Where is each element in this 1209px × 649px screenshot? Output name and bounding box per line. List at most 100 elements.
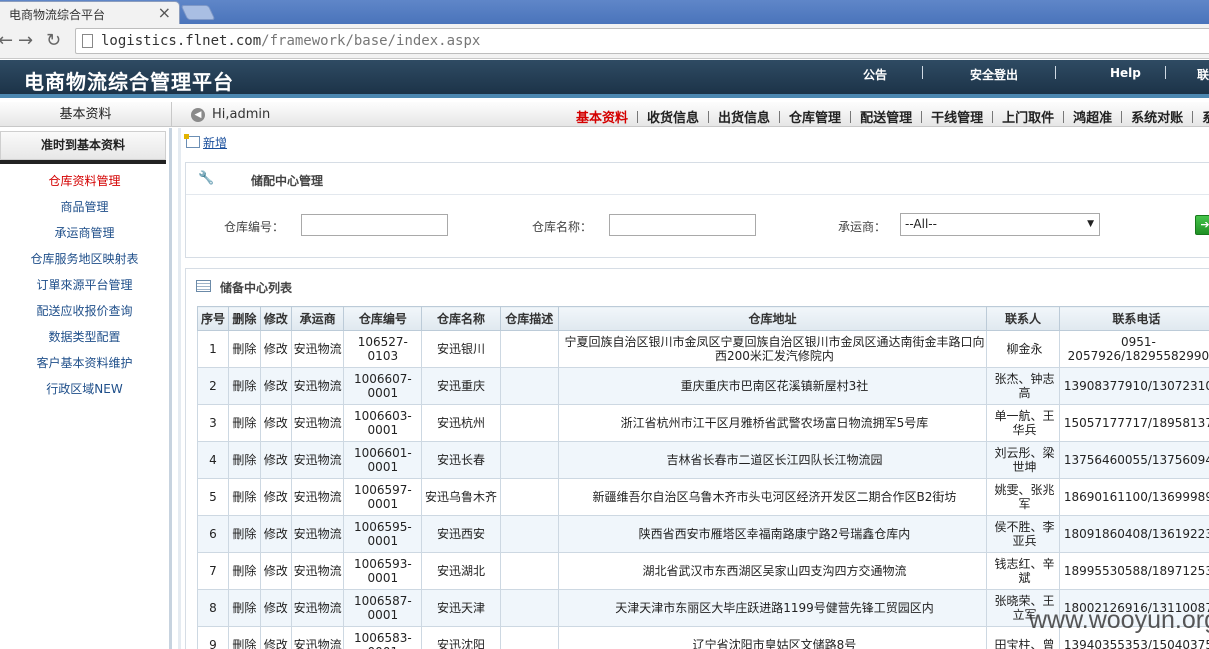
- carrier-select[interactable]: --All-- ▼: [900, 213, 1100, 236]
- menu-shipping[interactable]: 出货信息: [718, 111, 770, 126]
- address-bar[interactable]: logistics.flnet.com/framework/base/index…: [75, 28, 1209, 54]
- warehouse-name-input[interactable]: [609, 214, 756, 236]
- col-header-edit: 修改: [259, 306, 292, 331]
- forward-arrow-icon[interactable]: →: [18, 30, 33, 51]
- back-arrow-icon[interactable]: ←: [0, 30, 13, 51]
- sidebar-item-quote-query[interactable]: 配送应收报价查询: [0, 298, 169, 324]
- row-address: 湖北省武汉市东西湖区吴家山四支沟四方交通物流: [557, 552, 988, 590]
- menu-reconciliation[interactable]: 系统对账: [1131, 111, 1183, 126]
- row-no: 1: [197, 330, 229, 368]
- row-name: 安迅长春: [421, 441, 501, 479]
- browser-tab[interactable]: 电商物流综合平台 ×: [0, 1, 180, 24]
- list-icon: [196, 280, 211, 292]
- sidebar-item-customer[interactable]: 客户基本资料维护: [0, 350, 169, 376]
- list-panel: 储备中心列表 序号 删除 修改 承运商 仓库编号 仓库名称 仓库描述 仓库地址 …: [185, 268, 1209, 649]
- row-desc: [499, 367, 559, 405]
- divider: [1055, 66, 1056, 79]
- menu-trunk-line[interactable]: 干线管理: [931, 111, 983, 126]
- warehouse-table: 序号 删除 修改 承运商 仓库编号 仓库名称 仓库描述 仓库地址 联系人 联系电…: [197, 306, 1209, 649]
- edit-link[interactable]: 修改: [259, 441, 292, 479]
- delete-link[interactable]: 刪除: [227, 626, 261, 649]
- col-header-phone: 联系电话: [1058, 306, 1209, 331]
- delete-link[interactable]: 刪除: [227, 367, 261, 405]
- add-button[interactable]: 新增: [184, 134, 227, 151]
- menu-warehouse[interactable]: 仓库管理: [789, 111, 841, 126]
- menu-system[interactable]: 系: [1202, 111, 1209, 126]
- reload-icon[interactable]: ↻: [46, 30, 61, 51]
- edit-link[interactable]: 修改: [259, 404, 292, 442]
- help-link[interactable]: Help: [1110, 66, 1141, 80]
- close-icon[interactable]: ×: [158, 3, 171, 22]
- watermark: www.wooyun.org: [1029, 606, 1209, 634]
- delete-link[interactable]: 刪除: [227, 552, 261, 590]
- row-phone: 15057177717/18958137: [1058, 404, 1209, 442]
- menu-hongchaozhun[interactable]: 鸿超准: [1073, 111, 1112, 126]
- delete-link[interactable]: 刪除: [227, 589, 261, 627]
- sidebar-item-data-type[interactable]: 数据类型配置: [0, 324, 169, 350]
- row-code: 1006601-0001: [343, 441, 423, 479]
- sidebar-title: 基本资料: [0, 102, 172, 127]
- delete-link[interactable]: 刪除: [227, 515, 261, 553]
- carrier-select-value: --All--: [905, 217, 937, 231]
- row-phone: 0951-2057926/18295582990: [1058, 330, 1209, 368]
- row-contact: 钱志红、辛斌: [986, 552, 1060, 590]
- row-desc: [499, 626, 559, 649]
- row-phone: 18995530588/18971253: [1058, 552, 1209, 590]
- edit-link[interactable]: 修改: [259, 330, 292, 368]
- sidebar-item-order-source[interactable]: 订單來源平台管理: [0, 272, 169, 298]
- sidebar-item-carrier[interactable]: 承运商管理: [0, 220, 169, 246]
- row-desc: [499, 441, 559, 479]
- collapse-arrow-icon[interactable]: ◀: [191, 108, 205, 122]
- divider: [178, 128, 181, 649]
- sub-navbar: 基本资料 ◀ Hi,admin 基本资料 收货信息 出货信息 仓库管理 配送管理 干线管理…: [0, 102, 1209, 127]
- row-no: 4: [197, 441, 229, 479]
- row-no: 7: [197, 552, 229, 590]
- search-button[interactable]: ➔: [1195, 215, 1209, 235]
- row-name: 安迅重庆: [421, 367, 501, 405]
- delete-link[interactable]: 刪除: [227, 330, 261, 368]
- row-contact: 张杰、钟志高: [986, 367, 1060, 405]
- row-phone: 13908377910/13072310: [1058, 367, 1209, 405]
- row-code: 1006587-0001: [343, 589, 423, 627]
- row-name: 安迅乌鲁木齐: [421, 478, 501, 516]
- sidebar-item-region-new[interactable]: 行政区域NEW: [0, 376, 169, 402]
- menu-delivery[interactable]: 配送管理: [860, 111, 912, 126]
- logout-link[interactable]: 安全登出: [970, 66, 1018, 83]
- carrier-label: 承运商：: [838, 220, 887, 234]
- edit-link[interactable]: 修改: [259, 552, 292, 590]
- sidebar-item-goods[interactable]: 商品管理: [0, 194, 169, 220]
- main-menu: 基本资料 收货信息 出货信息 仓库管理 配送管理 干线管理 上门取件 鸿超准 系统对账 系: [576, 107, 1209, 126]
- edit-link[interactable]: 修改: [259, 589, 292, 627]
- list-panel-title: 储备中心列表: [220, 281, 293, 295]
- sidebar-section[interactable]: 准时到基本资料: [0, 131, 166, 160]
- new-tab-button[interactable]: [180, 5, 216, 20]
- notice-link[interactable]: 公告: [863, 66, 887, 83]
- table-row: 7 刪除 修改 安迅物流 1006593-0001 安迅湖北 湖北省武汉市东西湖…: [197, 552, 1209, 590]
- edit-link[interactable]: 修改: [259, 626, 292, 649]
- divider: [1165, 66, 1166, 79]
- sidebar-item-warehouse[interactable]: 仓库资料管理: [0, 168, 169, 194]
- delete-link[interactable]: 刪除: [227, 404, 261, 442]
- contact-link[interactable]: 联: [1197, 66, 1209, 83]
- row-address: 浙江省杭州市江干区月雅桥省武警农场富日物流拥军5号库: [557, 404, 988, 442]
- row-contact: 刘云彤、梁世坤: [986, 441, 1060, 479]
- list-panel-header: 储备中心列表: [186, 269, 1209, 304]
- row-code: 1006583-0001: [343, 626, 423, 649]
- menu-basic-data[interactable]: 基本资料: [576, 111, 628, 126]
- edit-link[interactable]: 修改: [259, 515, 292, 553]
- delete-link[interactable]: 刪除: [227, 478, 261, 516]
- tab-title: 电商物流综合平台: [9, 8, 106, 22]
- row-carrier: 安迅物流: [290, 626, 345, 649]
- edit-link[interactable]: 修改: [259, 367, 292, 405]
- menu-pickup[interactable]: 上门取件: [1002, 111, 1054, 126]
- col-header-address: 仓库地址: [557, 306, 988, 331]
- warehouse-code-input[interactable]: [301, 214, 448, 236]
- browser-navbar: ← → ↻ logistics.flnet.com/framework/base…: [0, 24, 1209, 59]
- row-name: 安迅杭州: [421, 404, 501, 442]
- delete-link[interactable]: 刪除: [227, 441, 261, 479]
- menu-receiving[interactable]: 收货信息: [647, 111, 699, 126]
- sidebar-item-region-mapping[interactable]: 仓库服务地区映射表: [0, 246, 169, 272]
- row-carrier: 安迅物流: [290, 441, 345, 479]
- row-code: 1006595-0001: [343, 515, 423, 553]
- edit-link[interactable]: 修改: [259, 478, 292, 516]
